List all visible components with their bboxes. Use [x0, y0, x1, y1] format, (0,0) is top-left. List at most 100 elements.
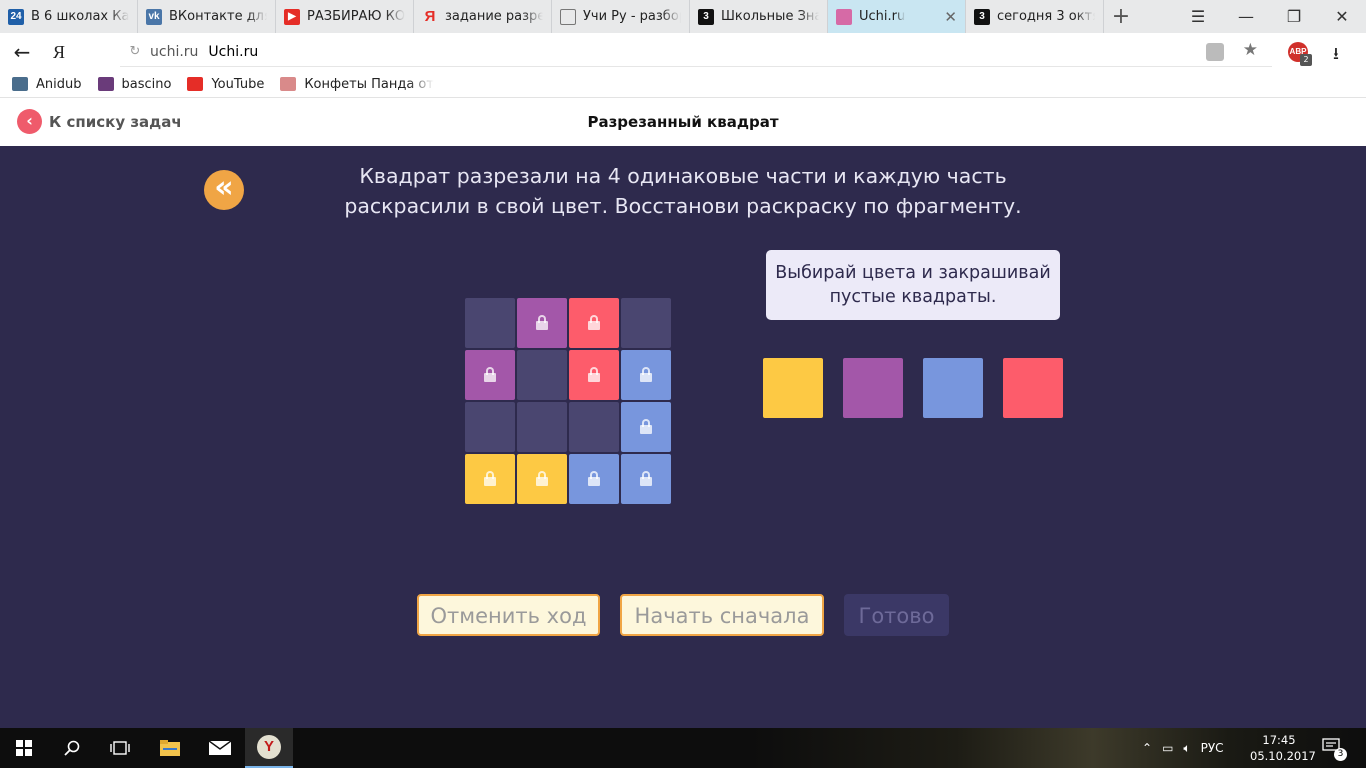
language-indicator[interactable]: РУС [1201, 741, 1224, 755]
hint-line-2: пустые квадраты. [829, 287, 997, 307]
restore-button[interactable]: ❐ [1270, 0, 1318, 33]
tray-expand-icon[interactable]: ⌃ [1142, 741, 1152, 755]
lock-icon [536, 315, 548, 330]
done-button[interactable]: Готово [844, 594, 949, 636]
lock-icon [484, 367, 496, 382]
bookmark-favicon-icon [280, 77, 297, 91]
yandex-button[interactable]: Я [44, 42, 74, 63]
bookmark-favicon-icon [97, 77, 114, 91]
window-controls: ☰ — ❐ ✕ [1174, 0, 1366, 33]
lock-icon [484, 471, 496, 486]
bookmark-item[interactable]: Anidub [12, 77, 82, 92]
puzzle-grid [465, 298, 671, 504]
tab-title: сегодня 3 октябр [997, 9, 1095, 24]
grid-cell-0-0[interactable] [465, 298, 515, 348]
grid-cell-0-3[interactable] [621, 298, 671, 348]
color-swatch-red[interactable] [1003, 358, 1063, 418]
lock-icon [588, 367, 600, 382]
back-arrow-icon[interactable]: ← [0, 40, 44, 64]
collapse-panel-button[interactable]: « [204, 170, 244, 210]
grid-cell-2-1[interactable] [517, 402, 567, 452]
address-bar[interactable]: ↻ uchi.ru Uchi.ru ★ [120, 37, 1272, 67]
yandex-logo: Y [257, 735, 281, 759]
grid-cell-2-2[interactable] [569, 402, 619, 452]
bookmark-label: Anidub [36, 76, 82, 92]
browser-tab[interactable]: 3 Школьные Знани [690, 0, 828, 33]
bookmark-favicon-icon [187, 77, 204, 91]
browser-tab[interactable]: Язадание разреза [414, 0, 552, 33]
grid-cell-1-0 [465, 350, 515, 400]
grid-cell-3-1 [517, 454, 567, 504]
tab-favicon-site-icon: 24 [8, 8, 24, 25]
lock-icon [640, 419, 652, 434]
lock-icon [588, 315, 600, 330]
lock-icon[interactable] [1206, 43, 1224, 61]
clock-time: 17:45 [1262, 733, 1296, 747]
close-tab-icon[interactable]: ✕ [944, 8, 957, 26]
browser-tab[interactable]: 24 В 6 школах Казан [0, 0, 138, 33]
hint-line-1: Выбирай цвета и закрашивай [775, 263, 1051, 283]
browser-tab[interactable]: 3 сегодня 3 октябр [966, 0, 1104, 33]
tab-list: 24 В 6 школах Казан vk ВКонтакте для мо ▶ РАЗ… [0, 0, 1104, 33]
bookmark-label: bascino [121, 76, 172, 92]
tab-favicon-site-icon: 3 [698, 8, 714, 25]
browser-tab[interactable]: Учи Ру - разбор з [552, 0, 690, 33]
tab-favicon-vk-icon: vk [146, 8, 162, 25]
tab-title: ВКонтакте для мо [169, 9, 267, 24]
grid-cell-3-3 [621, 454, 671, 504]
grid-cell-0-1 [517, 298, 567, 348]
color-swatch-purple[interactable] [843, 358, 903, 418]
yandex-browser-taskbar-icon[interactable]: Y [245, 728, 293, 768]
tab-title: задание разреза [445, 9, 543, 24]
undo-button[interactable]: Отменить ход [417, 594, 600, 636]
address-domain: uchi.ru [150, 43, 199, 60]
bookmark-star-icon[interactable]: ★ [1243, 40, 1258, 60]
minimize-button[interactable]: — [1222, 0, 1270, 33]
close-window-button[interactable]: ✕ [1318, 0, 1366, 33]
lock-icon [536, 471, 548, 486]
bookmark-item[interactable]: YouTube [187, 77, 264, 92]
lock-icon [640, 471, 652, 486]
grid-cell-1-3 [621, 350, 671, 400]
site-header: ‹ К списку задач Разрезанный квадрат [0, 98, 1366, 146]
tab-title: Учи Ру - разбор з [583, 9, 681, 24]
lock-icon [588, 471, 600, 486]
start-windows-icon[interactable] [0, 728, 48, 768]
bookmark-favicon-icon [12, 77, 28, 91]
reload-icon[interactable]: ↻ [120, 44, 150, 59]
bookmark-item[interactable]: Конфеты Панда от [280, 77, 434, 92]
color-swatch-blue[interactable] [923, 358, 983, 418]
browser-tab[interactable]: ▶ РАЗБИРАЮ КОСМ [276, 0, 414, 33]
download-icon[interactable]: ⭳ [1333, 41, 1339, 70]
search-icon[interactable] [48, 728, 96, 768]
tab-favicon-site-icon: 3 [974, 8, 990, 25]
task-statement-line-1: Квадрат разрезали на 4 одинаковые части … [359, 164, 1007, 188]
system-clock[interactable]: 17:45 05.10.2017 [1250, 732, 1316, 764]
new-tab-button[interactable]: + [1104, 0, 1138, 33]
bookmark-label: Конфеты Панда от [304, 76, 434, 92]
mail-icon[interactable] [196, 728, 244, 768]
grid-cell-2-0[interactable] [465, 402, 515, 452]
browser-tab[interactable]: Uchi.ru ✕ [828, 0, 966, 33]
browser-tab[interactable]: vk ВКонтакте для мо [138, 0, 276, 33]
bookmark-label: YouTube [211, 76, 265, 92]
bookmark-item[interactable]: bascino [97, 76, 172, 92]
browser-tab-strip: 24 В 6 школах Казан vk ВКонтакте для мо ▶ РАЗ… [0, 0, 1366, 33]
color-swatch-yellow[interactable] [763, 358, 823, 418]
grid-cell-3-0 [465, 454, 515, 504]
tab-title: В 6 школах Казан [31, 9, 129, 24]
tab-title: Школьные Знани [721, 9, 819, 24]
battery-icon[interactable]: ▭ [1162, 741, 1173, 755]
grid-cell-3-2 [569, 454, 619, 504]
address-row: ← Я ↻ uchi.ru Uchi.ru ★ ABP 2 ⭳ [0, 33, 1366, 71]
task-statement: Квадрат разрезали на 4 одинаковые части … [283, 161, 1083, 221]
volume-icon[interactable]: 🔈︎ [1183, 741, 1190, 756]
grid-cell-1-1[interactable] [517, 350, 567, 400]
grid-cell-1-2 [569, 350, 619, 400]
task-view-icon[interactable] [96, 728, 144, 768]
tab-favicon-uchi-icon [836, 8, 852, 25]
restart-button[interactable]: Начать сначала [620, 594, 824, 636]
tab-favicon-yandex-icon: Я [424, 8, 436, 25]
file-explorer-icon[interactable] [146, 728, 194, 768]
browser-menu-icon[interactable]: ☰ [1174, 0, 1222, 33]
